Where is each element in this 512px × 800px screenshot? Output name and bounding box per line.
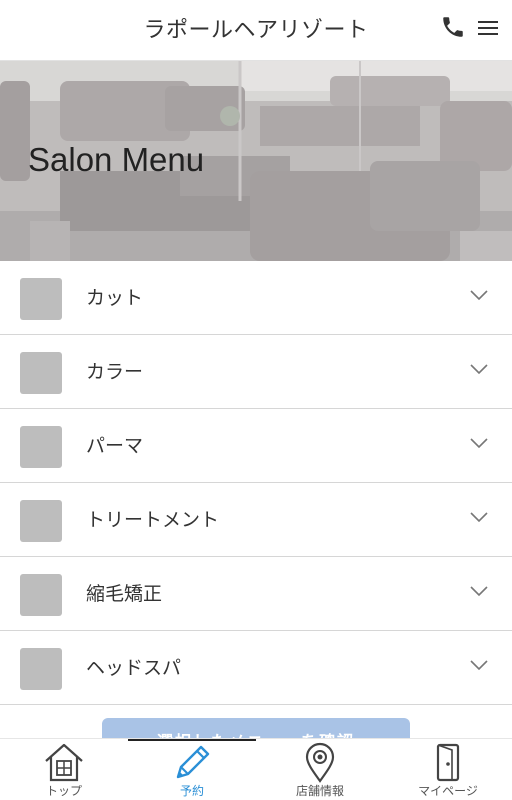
tab-my-page[interactable]: マイページ <box>384 739 512 800</box>
salon-menu-list: カット カラー パーマ トリートメント 縮毛矯正 ヘッドスパ <box>0 261 512 705</box>
pencil-icon <box>176 745 210 779</box>
menu-item-perm[interactable]: パーマ <box>0 409 512 483</box>
menu-item-treatment[interactable]: トリートメント <box>0 483 512 557</box>
hero-banner: Salon Menu <box>0 61 512 261</box>
menu-item-thumbnail <box>20 352 62 394</box>
chevron-down-icon <box>470 512 488 523</box>
tab-top[interactable]: トップ <box>0 739 128 800</box>
menu-item-label: 縮毛矯正 <box>86 583 163 605</box>
chevron-down-icon <box>470 586 488 597</box>
bottom-tab-bar: トップ 予約 店舗情報 マイページ <box>0 738 512 800</box>
tab-reservation[interactable]: 予約 <box>128 739 256 800</box>
menu-item-label: ヘッドスパ <box>86 657 182 679</box>
app-header: ラポールヘアリゾート <box>0 0 512 61</box>
menu-item-label: トリートメント <box>86 509 220 531</box>
menu-item-thumbnail <box>20 574 62 616</box>
tab-label: 店舗情報 <box>295 784 344 798</box>
tab-store-info[interactable]: 店舗情報 <box>256 739 384 800</box>
menu-item-thumbnail <box>20 278 62 320</box>
map-pin-icon <box>305 742 335 783</box>
chevron-down-icon <box>470 438 488 449</box>
phone-icon[interactable] <box>440 14 466 40</box>
tab-label: 予約 <box>179 784 204 798</box>
menu-item-label: パーマ <box>86 435 144 457</box>
menu-item-thumbnail <box>20 426 62 468</box>
chevron-down-icon <box>470 660 488 671</box>
menu-item-label: カット <box>86 287 144 309</box>
hero-title: Salon Menu <box>28 141 205 178</box>
hamburger-menu-icon[interactable] <box>477 18 499 38</box>
menu-item-thumbnail <box>20 648 62 690</box>
tab-label: トップ <box>45 784 82 798</box>
tab-label: マイページ <box>418 784 478 798</box>
door-icon <box>436 743 460 782</box>
menu-item-cut[interactable]: カット <box>0 261 512 335</box>
menu-item-color[interactable]: カラー <box>0 335 512 409</box>
menu-item-head-spa[interactable]: ヘッドスパ <box>0 631 512 705</box>
page-title: ラポールヘアリゾート <box>143 18 369 43</box>
menu-item-straightening[interactable]: 縮毛矯正 <box>0 557 512 631</box>
chevron-down-icon <box>470 364 488 375</box>
chevron-down-icon <box>470 290 488 301</box>
menu-item-label: カラー <box>86 361 144 383</box>
home-icon <box>45 743 83 782</box>
menu-item-thumbnail <box>20 500 62 542</box>
